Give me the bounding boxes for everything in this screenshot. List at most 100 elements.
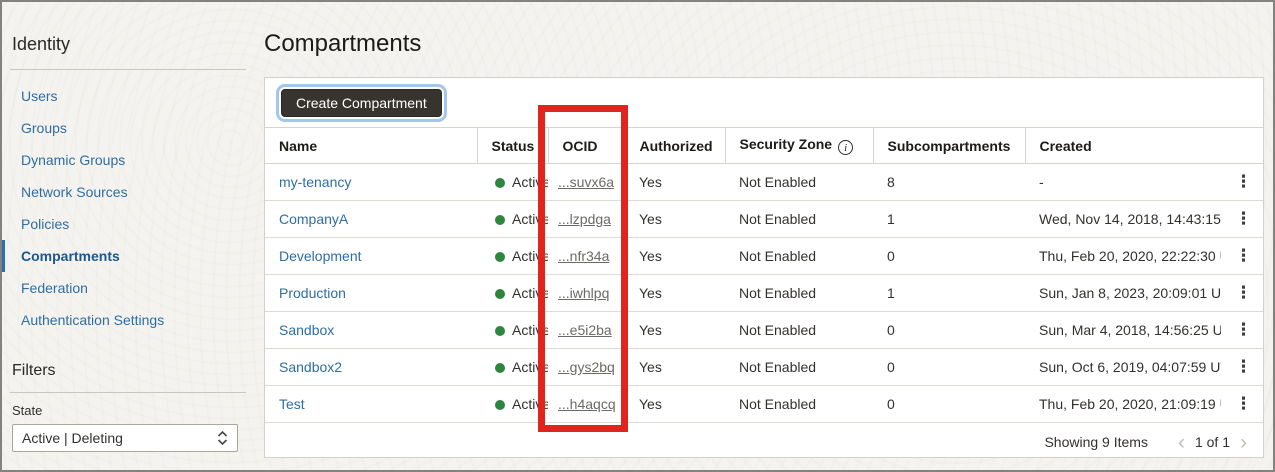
kebab-menu-icon[interactable]: ⋮: [1235, 283, 1252, 302]
sidebar-title: Identity: [12, 34, 71, 54]
sidebar-nav-item-label: Dynamic Groups: [21, 152, 126, 168]
created-cell: Sun, Mar 4, 2018, 14:56:25 UTC: [1039, 322, 1221, 338]
ocid-link[interactable]: ...nfr34a: [558, 248, 609, 264]
status-text: Active: [512, 396, 548, 412]
compartment-name-link[interactable]: CompanyA: [279, 211, 348, 227]
name-cell: my-tenancy: [265, 164, 477, 201]
state-filter-label: State: [12, 403, 43, 418]
status-cell: Active: [477, 349, 548, 386]
ocid-cell: ...gys2bq: [548, 349, 625, 386]
compartment-name-link[interactable]: Sandbox2: [279, 359, 342, 375]
sidebar-nav-item-label: Network Sources: [21, 184, 128, 200]
state-select-value: Active | Deleting: [22, 430, 123, 446]
sidebar-nav-item[interactable]: Compartments: [2, 240, 254, 272]
authorized-cell: Yes: [639, 285, 662, 301]
ocid-cell: ...e5i2ba: [548, 312, 625, 349]
actions-cell: ⋮: [1221, 349, 1263, 386]
status-dot-icon: [495, 326, 505, 336]
status-dot-icon: [495, 400, 505, 410]
created-cell: Thu, Feb 20, 2020, 22:22:30 UTC: [1039, 248, 1221, 264]
status-cell: Active: [477, 312, 548, 349]
compartment-name-link[interactable]: my-tenancy: [279, 174, 351, 190]
kebab-menu-icon[interactable]: ⋮: [1235, 357, 1252, 376]
ocid-cell: ...iwhlpq: [548, 275, 625, 312]
authorized-cell: Yes: [639, 248, 662, 264]
created-cell: Sun, Oct 6, 2019, 04:07:59 UTC: [1039, 359, 1221, 375]
sidebar-nav-item[interactable]: Network Sources: [2, 176, 254, 208]
ocid-link[interactable]: ...lzpdga: [558, 211, 611, 227]
column-header-created: Created: [1039, 137, 1092, 154]
ocid-link[interactable]: ...suvx6a: [558, 174, 614, 190]
sidebar-nav-item[interactable]: Policies: [2, 208, 254, 240]
compartment-name-link[interactable]: Development: [279, 248, 362, 264]
security-zone-cell: Not Enabled: [739, 359, 817, 375]
info-icon[interactable]: i: [838, 140, 854, 156]
sidebar-nav-item-label: Authentication Settings: [21, 312, 165, 328]
sidebar-nav-item[interactable]: Groups: [2, 112, 254, 144]
column-header-actions: [1221, 128, 1263, 164]
oci-console-screenshot: Identity Users Groups Dynamic Groups Net…: [0, 0, 1275, 472]
compartment-name-link[interactable]: Production: [279, 285, 346, 301]
created-cell: -: [1039, 174, 1044, 190]
column-header-status: Status: [477, 127, 549, 164]
status-text: Active: [512, 359, 548, 375]
actions-cell: ⋮: [1221, 238, 1263, 275]
security-zone-cell: Not Enabled: [739, 285, 817, 301]
previous-page-icon[interactable]: ‹: [1178, 432, 1185, 453]
column-header-name: Name: [265, 127, 478, 164]
sidebar-nav-item[interactable]: Dynamic Groups: [2, 144, 254, 176]
table-row: Sandbox2 Active ...gys2bq Yes Not Enable…: [265, 349, 1263, 386]
security-zone-cell: Not Enabled: [739, 174, 817, 190]
ocid-cell: ...h4aqcq: [548, 386, 625, 423]
actions-cell: ⋮: [1221, 275, 1263, 312]
table-row: CompanyA Active ...lzpdga Yes Not Enable…: [265, 201, 1263, 238]
kebab-menu-icon[interactable]: ⋮: [1235, 394, 1252, 413]
sidebar-nav-item[interactable]: Federation: [2, 272, 254, 304]
ocid-link[interactable]: ...gys2bq: [558, 359, 615, 375]
sidebar-nav-item-label: Policies: [21, 216, 70, 232]
security-zone-cell: Not Enabled: [739, 211, 817, 227]
status-cell: Active: [477, 201, 548, 238]
created-cell: Thu, Feb 20, 2020, 21:09:19 UTC: [1039, 396, 1221, 412]
next-page-icon[interactable]: ›: [1240, 432, 1247, 453]
column-header-security-zone: Security Zone i: [725, 127, 874, 164]
created-cell: Sun, Jan 8, 2023, 20:09:01 UTC: [1039, 285, 1221, 301]
status-cell: Active: [477, 164, 548, 201]
status-dot-icon: [495, 252, 505, 262]
table-row: Production Active ...iwhlpq Yes Not Enab…: [265, 275, 1263, 312]
sidebar-nav: Users Groups Dynamic Groups Network Sour…: [2, 80, 254, 336]
table-footer: Showing 9 Items ‹ 1 of 1 ›: [265, 423, 1263, 461]
compartment-name-link[interactable]: Test: [279, 396, 305, 412]
status-cell: Active: [477, 238, 548, 275]
actions-cell: ⋮: [1221, 164, 1263, 201]
name-cell: Production: [265, 275, 477, 312]
sidebar-nav-item-label: Compartments: [21, 248, 120, 264]
compartment-name-link[interactable]: Sandbox: [279, 322, 334, 338]
ocid-cell: ...lzpdga: [548, 201, 625, 238]
ocid-link[interactable]: ...h4aqcq: [558, 396, 616, 412]
ocid-link[interactable]: ...e5i2ba: [558, 322, 612, 338]
ocid-cell: ...nfr34a: [548, 238, 625, 275]
ocid-link[interactable]: ...iwhlpq: [558, 285, 609, 301]
pagination: ‹ 1 of 1 ›: [1178, 432, 1247, 453]
kebab-menu-icon[interactable]: ⋮: [1235, 320, 1252, 339]
toolbar: Create Compartment: [265, 78, 1263, 127]
state-select[interactable]: Active | Deleting: [12, 424, 238, 452]
subcompartments-cell: 0: [887, 396, 895, 412]
status-text: Active: [512, 211, 548, 227]
sidebar-nav-item[interactable]: Authentication Settings: [2, 304, 254, 336]
sidebar-nav-item-label: Federation: [21, 280, 88, 296]
status-dot-icon: [495, 178, 505, 188]
authorized-cell: Yes: [639, 322, 662, 338]
sidebar-nav-item[interactable]: Users: [2, 80, 254, 112]
create-compartment-button[interactable]: Create Compartment: [281, 89, 442, 117]
kebab-menu-icon[interactable]: ⋮: [1235, 209, 1252, 228]
status-text: Active: [512, 285, 548, 301]
table-row: Test Active ...h4aqcq Yes Not Enabled 0 …: [265, 386, 1263, 423]
divider: [10, 69, 246, 70]
authorized-cell: Yes: [639, 396, 662, 412]
name-cell: Sandbox2: [265, 349, 477, 386]
kebab-menu-icon[interactable]: ⋮: [1235, 172, 1252, 191]
sidebar-nav-item-label: Groups: [21, 120, 67, 136]
kebab-menu-icon[interactable]: ⋮: [1235, 246, 1252, 265]
